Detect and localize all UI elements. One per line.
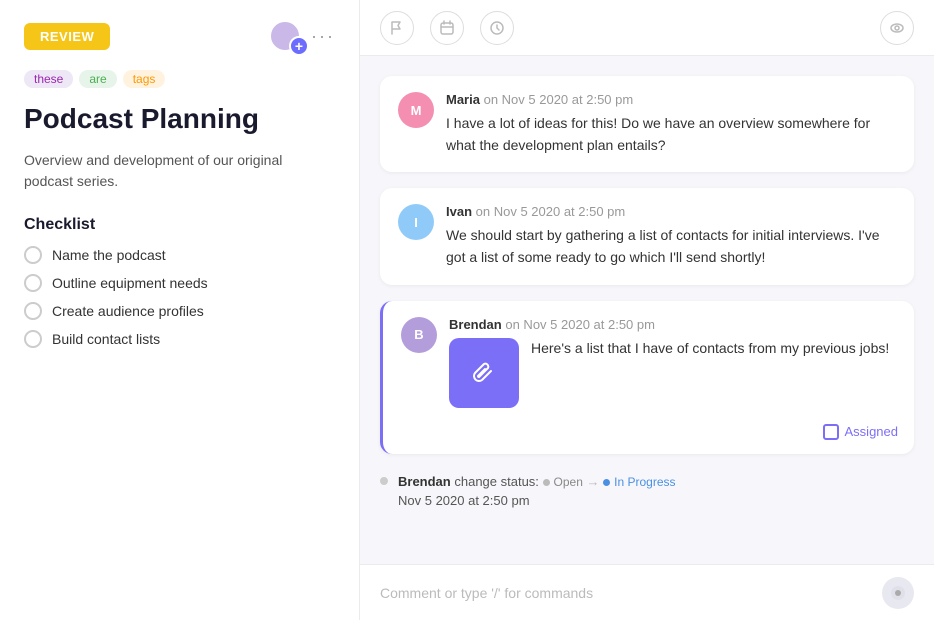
avatar-brendan: B [401,317,437,353]
comment-text-brendan: Here's a list that I have of contacts fr… [531,338,889,360]
checklist-checkbox-3[interactable] [24,302,42,320]
assigned-label: Assigned [845,424,898,439]
calendar-icon[interactable] [430,11,464,45]
comments-area: M Maria on Nov 5 2020 at 2:50 pm I have … [360,56,934,564]
comment-timestamp-ivan: on Nov 5 2020 at 2:50 pm [476,204,626,219]
review-button[interactable]: REVIEW [24,23,110,50]
avatar-group: + [269,20,301,52]
add-member-button[interactable]: + [289,36,309,56]
checklist-title: Checklist [24,216,335,234]
comment-input-bar: Comment or type '/' for commands [360,564,934,620]
status-event-author: Brendan [398,474,451,489]
comment-meta-ivan: Ivan on Nov 5 2020 at 2:50 pm [446,204,896,219]
tag-are[interactable]: are [79,70,116,88]
right-panel: M Maria on Nov 5 2020 at 2:50 pm I have … [360,0,934,620]
avatar-maria: M [398,92,434,128]
comment-card-maria: M Maria on Nov 5 2020 at 2:50 pm I have … [380,76,914,172]
status-inprogress-label: In Progress [614,473,675,491]
comment-card-brendan: B Brendan on Nov 5 2020 at 2:50 pm Here'… [380,301,914,454]
tag-tags[interactable]: tags [123,70,166,88]
status-dot-inprogress [603,479,610,486]
checklist-item: Name the podcast [24,246,335,264]
comment-body-maria: Maria on Nov 5 2020 at 2:50 pm I have a … [446,92,896,156]
top-bar: REVIEW + ··· [24,20,335,52]
status-event: Brendan change status: Open → In Progres… [380,470,914,513]
status-inprogress-badge: In Progress [603,473,675,491]
checklist-label-3: Create audience profiles [52,303,204,319]
send-comment-button[interactable] [882,577,914,609]
left-panel: REVIEW + ··· these are tags Podcast Plan… [0,0,360,620]
comment-meta-brendan: Brendan on Nov 5 2020 at 2:50 pm [449,317,896,332]
page-description: Overview and development of our original… [24,150,335,192]
checklist-item: Create audience profiles [24,302,335,320]
checklist-checkbox-4[interactable] [24,330,42,348]
checklist-label-4: Build contact lists [52,331,160,347]
comment-text-maria: I have a lot of ideas for this! Do we ha… [446,113,896,156]
checklist-item: Build contact lists [24,330,335,348]
status-dot-open [543,479,550,486]
checklist-checkbox-1[interactable] [24,246,42,264]
comment-timestamp-brendan: on Nov 5 2020 at 2:50 pm [505,317,655,332]
comment-author-brendan: Brendan [449,317,502,332]
comment-body-brendan: Brendan on Nov 5 2020 at 2:50 pm Here's … [449,317,896,438]
status-event-timestamp: Nov 5 2020 at 2:50 pm [398,493,530,508]
tags-row: these are tags [24,70,335,88]
more-options-button[interactable]: ··· [311,26,335,47]
clock-icon[interactable] [480,11,514,45]
checklist-list: Name the podcast Outline equipment needs… [24,246,335,348]
assigned-badge: Assigned [823,424,898,440]
status-open-label: Open [554,473,583,491]
comment-card-ivan: I Ivan on Nov 5 2020 at 2:50 pm We shoul… [380,188,914,284]
checklist-label-2: Outline equipment needs [52,275,208,291]
comment-timestamp-maria: on Nov 5 2020 at 2:50 pm [484,92,634,107]
comment-author-maria: Maria [446,92,480,107]
top-bar-right: + ··· [269,20,335,52]
avatar-ivan: I [398,204,434,240]
status-event-text: Brendan change status: Open → In Progres… [398,472,676,511]
checklist-item: Outline equipment needs [24,274,335,292]
assigned-checkbox[interactable] [823,424,839,440]
comment-body-ivan: Ivan on Nov 5 2020 at 2:50 pm We should … [446,204,896,268]
eye-icon[interactable] [880,11,914,45]
checklist-checkbox-2[interactable] [24,274,42,292]
flag-icon[interactable] [380,11,414,45]
tag-these[interactable]: these [24,70,73,88]
header-icons-left [380,11,514,45]
comment-author-ivan: Ivan [446,204,472,219]
comment-meta-maria: Maria on Nov 5 2020 at 2:50 pm [446,92,896,107]
status-action-label: change status: [454,474,539,489]
page-title: Podcast Planning [24,102,335,136]
comment-placeholder: Comment or type '/' for commands [380,585,882,601]
checklist-label-1: Name the podcast [52,247,166,263]
attachment-icon[interactable] [449,338,519,408]
status-dot-icon [380,477,388,485]
status-open-badge: Open [543,473,583,491]
status-arrow-icon: → [587,474,600,489]
comment-text-ivan: We should start by gathering a list of c… [446,225,896,268]
right-header [360,0,934,56]
